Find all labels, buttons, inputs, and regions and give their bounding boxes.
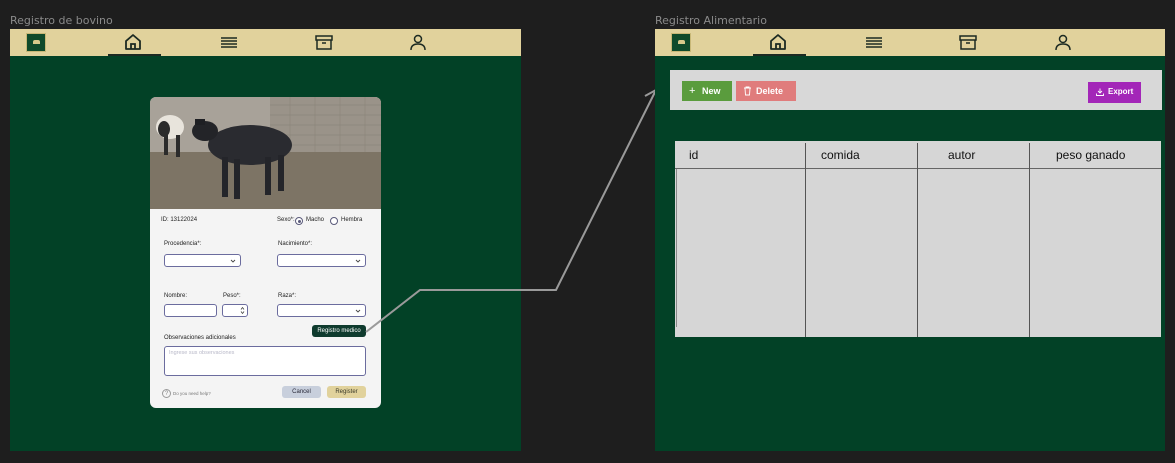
chevron-down-icon: [355, 309, 361, 313]
column-divider: [917, 143, 918, 337]
frame-label-registro-alimentario: Registro Alimentario: [655, 14, 767, 27]
user-icon[interactable]: [408, 33, 428, 51]
delete-button-label: Delete: [756, 86, 784, 96]
radio-hembra[interactable]: [330, 217, 338, 225]
register-button[interactable]: Register: [327, 386, 366, 398]
registro-bovino-frame: ID: 13122024 Sexo*: Macho Hembra Procede…: [10, 29, 521, 451]
peso-stepper[interactable]: [222, 304, 248, 317]
design-canvas: Registro de bovino ID: 13122024 Sexo*: M…: [0, 0, 1175, 463]
radio-macho-label: Macho: [306, 217, 325, 223]
nombre-input[interactable]: [164, 304, 217, 317]
help-icon[interactable]: ?: [162, 389, 171, 398]
radio-hembra-label: Hembra: [341, 217, 363, 223]
observaciones-textarea[interactable]: Ingrese sus observaciones: [164, 346, 366, 376]
alimentario-table: id comida autor peso ganado: [675, 141, 1161, 337]
plus-icon: +: [689, 85, 696, 97]
stepper-arrows-icon: [240, 306, 245, 315]
menu-icon[interactable]: [864, 33, 884, 51]
new-button-label: New: [702, 86, 721, 96]
archive-icon[interactable]: [958, 33, 978, 51]
nav-active-indicator: [108, 54, 161, 56]
frame-label-registro-bovino: Registro de bovino: [10, 14, 113, 27]
table-left-edge: [676, 169, 677, 327]
home-icon[interactable]: [768, 33, 788, 51]
cancel-button[interactable]: Cancel: [282, 386, 321, 398]
export-button[interactable]: Export: [1088, 82, 1141, 103]
nav-active-indicator: [753, 54, 806, 56]
chevron-down-icon: [355, 259, 361, 263]
home-icon[interactable]: [123, 33, 143, 51]
nombre-label: Nombre:: [164, 293, 188, 299]
chevron-down-icon: [230, 259, 236, 263]
download-icon: [1096, 88, 1104, 96]
raza-select[interactable]: [277, 304, 366, 317]
trash-icon: [744, 86, 751, 96]
column-header-autor[interactable]: autor: [948, 141, 975, 168]
nacimiento-label: Nacimiento*:: [278, 241, 313, 247]
procedencia-label: Procedencia*:: [164, 241, 202, 247]
procedencia-select[interactable]: [164, 254, 241, 267]
column-header-comida[interactable]: comida: [821, 141, 860, 168]
column-divider: [1029, 143, 1030, 337]
bovine-photo: [150, 97, 381, 209]
menu-icon[interactable]: [219, 33, 239, 51]
new-button[interactable]: + New: [682, 81, 732, 101]
bovino-form-card: ID: 13122024 Sexo*: Macho Hembra Procede…: [150, 97, 381, 408]
registro-medico-button[interactable]: Registro medico: [312, 325, 366, 337]
nacimiento-select[interactable]: [277, 254, 366, 267]
export-button-label: Export: [1108, 87, 1134, 96]
peso-label: Peso*:: [223, 293, 241, 299]
column-header-peso-ganado[interactable]: peso ganado: [1056, 141, 1125, 168]
crud-toolbar: + New Delete Export: [670, 70, 1162, 110]
registro-alimentario-frame: + New Delete Export id comida autor peso …: [655, 29, 1165, 451]
header-divider: [675, 168, 1161, 169]
observaciones-label: Observaciones adicionales: [164, 335, 236, 341]
column-divider: [805, 143, 806, 337]
logo-icon[interactable]: [671, 33, 691, 52]
user-icon[interactable]: [1053, 33, 1073, 51]
delete-button[interactable]: Delete: [736, 81, 796, 101]
archive-icon[interactable]: [314, 33, 334, 51]
logo-icon[interactable]: [26, 33, 46, 52]
column-header-id[interactable]: id: [689, 141, 698, 168]
help-link[interactable]: Do you need help?: [173, 391, 211, 396]
sexo-label: Sexo*:: [277, 217, 295, 223]
bovino-id-label: ID: 13122024: [161, 217, 198, 223]
navbar: [655, 29, 1165, 56]
raza-label: Raza*:: [278, 293, 297, 299]
radio-macho[interactable]: [295, 217, 303, 225]
navbar: [10, 29, 521, 56]
